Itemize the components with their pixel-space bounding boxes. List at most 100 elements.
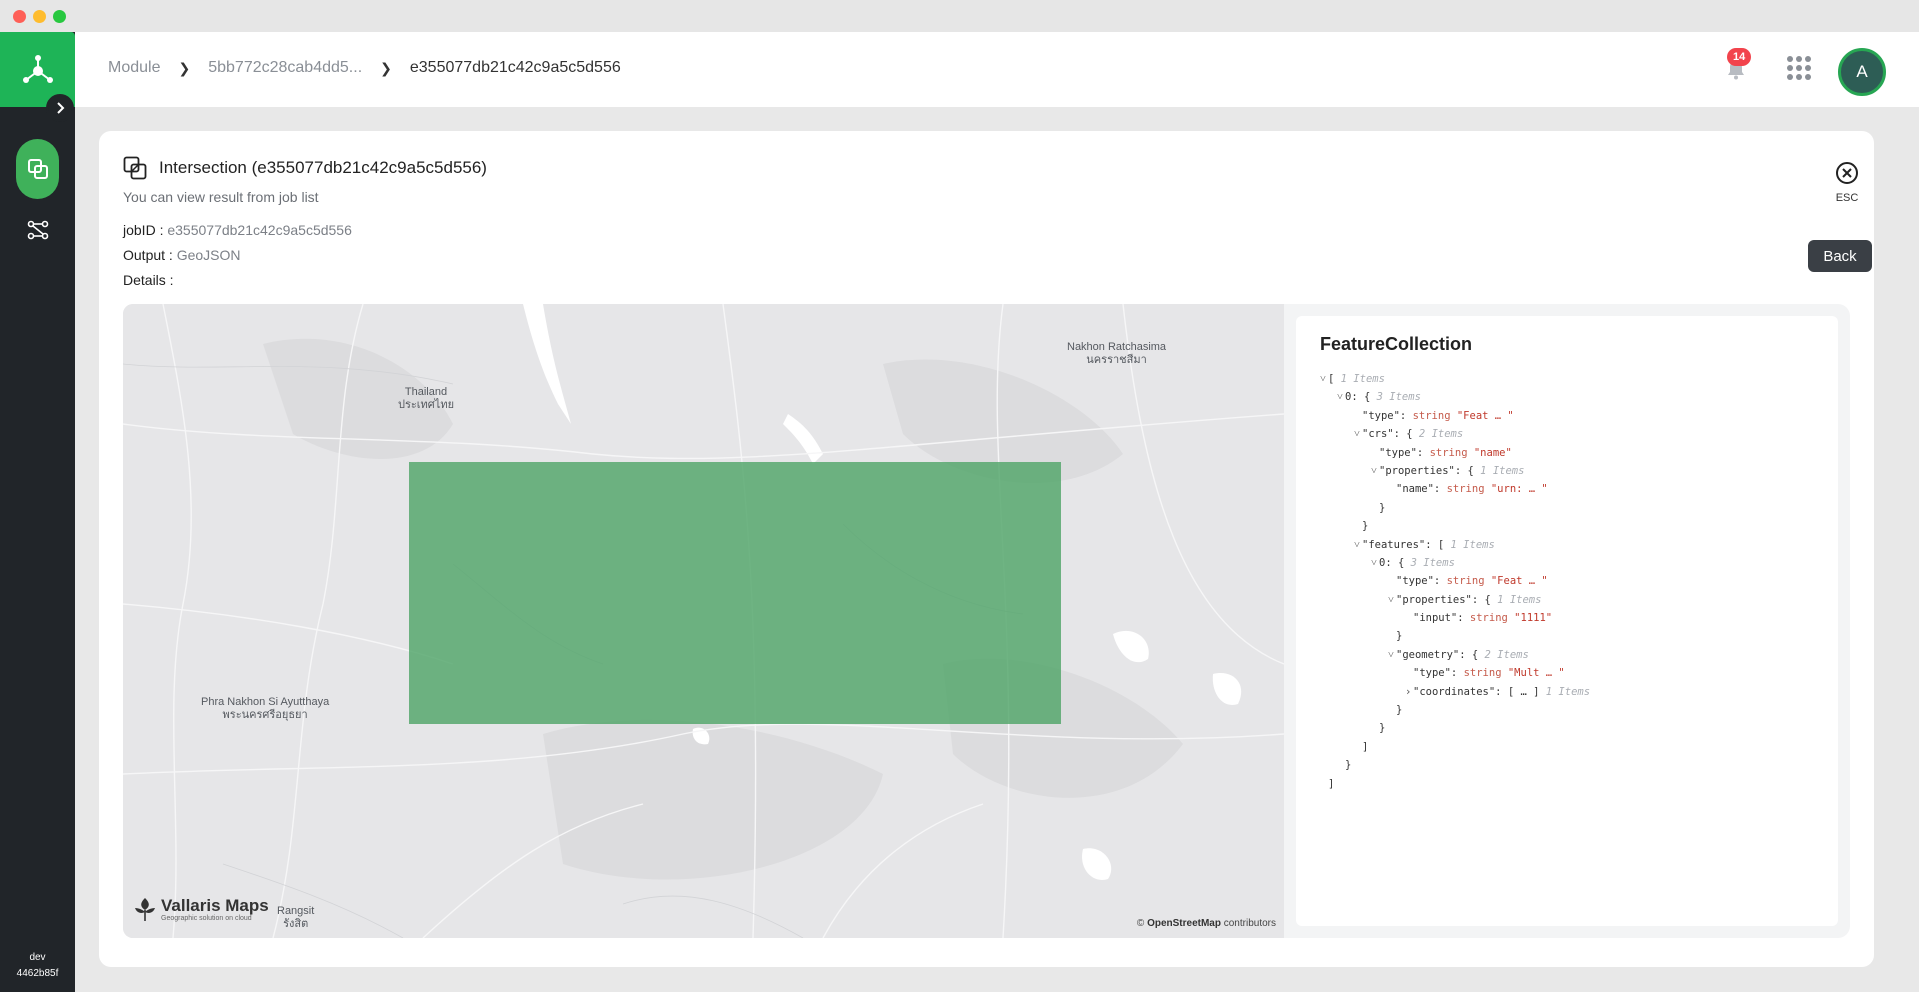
collapse-caret-icon[interactable]: ˅ — [1354, 536, 1362, 554]
json-tree-line: } — [1320, 719, 1590, 737]
sidebar-footer: dev 4462b85f — [0, 950, 75, 982]
json-tree-line[interactable]: ˅ "crs": { 2 Items — [1320, 425, 1590, 443]
map-view[interactable]: Thailand ประเทศไทย Nakhon Ratchasima นคร… — [123, 304, 1284, 938]
breadcrumb-project[interactable]: 5bb772c28cab4dd5... — [208, 59, 362, 77]
collapse-caret-icon[interactable]: ˅ — [1354, 425, 1362, 443]
json-bracket: ] — [1328, 777, 1335, 790]
notification-count-badge: 14 — [1727, 48, 1752, 66]
json-bracket: } — [1362, 520, 1369, 533]
json-item-count: 2 Items — [1418, 428, 1464, 441]
collapse-caret-icon[interactable]: ˅ — [1388, 591, 1396, 609]
json-bracket: [ … ] — [1507, 685, 1540, 698]
collapse-caret-icon[interactable]: ˅ — [1371, 554, 1379, 572]
json-tree-line: ] — [1320, 775, 1590, 793]
json-key: "properties": — [1379, 464, 1462, 477]
json-bracket: [ — [1437, 538, 1445, 551]
json-bracket: { — [1471, 648, 1479, 661]
json-value: "Mult … " — [1507, 667, 1565, 680]
json-tree-line[interactable]: ˅ "properties": { 1 Items — [1320, 591, 1590, 609]
json-tree-line: "input": string "1111" — [1320, 609, 1590, 627]
collapse-caret-icon[interactable]: ˅ — [1388, 646, 1396, 664]
json-bracket: { — [1397, 556, 1405, 569]
json-viewer-container: FeatureCollection ˅[ 1 Items ˅ 0: { 3 Item… — [1284, 304, 1850, 938]
json-value: "name" — [1473, 446, 1512, 459]
sidebar-item-layers[interactable] — [16, 139, 59, 199]
build-hash: 4462b85f — [16, 968, 59, 979]
json-key: "name": — [1396, 483, 1441, 496]
json-tree-line[interactable]: ˅ "geometry": { 2 Items — [1320, 646, 1590, 664]
json-item-count: 1 Items — [1480, 464, 1525, 477]
user-avatar[interactable]: A — [1838, 48, 1886, 96]
sidebar-expand-button[interactable] — [46, 94, 74, 122]
openstreetmap-link[interactable]: OpenStreetMap — [1147, 918, 1221, 929]
json-tree-line[interactable]: ˅ "properties": { 1 Items — [1320, 462, 1590, 480]
json-item-count: 3 Items — [1410, 556, 1455, 569]
json-tree-line[interactable]: ˅ "features": [ 1 Items — [1320, 536, 1590, 554]
json-tree-line[interactable]: ˅ 0: { 3 Items — [1320, 388, 1590, 406]
breadcrumb-job: e355077db21c42c9a5c5d556 — [409, 59, 621, 76]
sidebar: dev 4462b85f — [0, 32, 75, 992]
json-item-count: 2 Items — [1484, 648, 1529, 661]
collapse-caret-icon[interactable]: ˅ — [1337, 388, 1345, 406]
json-item-count: 1 Items — [1497, 593, 1542, 606]
json-tree[interactable]: ˅[ 1 Items ˅ 0: { 3 Items "type": string "F… — [1320, 370, 1590, 793]
map-label-nakhon-ratchasima: Nakhon Ratchasima นครราชสีมา — [1067, 341, 1167, 366]
apps-grid-icon — [1787, 56, 1793, 62]
intersection-icon — [123, 156, 147, 180]
json-key: "geometry": — [1396, 648, 1466, 661]
json-type: string — [1469, 612, 1508, 625]
json-key: "crs": — [1362, 428, 1400, 441]
json-bracket: ] — [1362, 740, 1369, 753]
breadcrumb: Module ❯ 5bb772c28cab4dd5... ❯ e355077db… — [108, 59, 621, 77]
json-type: string — [1446, 575, 1485, 588]
json-tree-line[interactable]: › "coordinates": [ … ] 1 Items — [1320, 683, 1590, 701]
page-title: Intersection (e355077db21c42c9a5c5d556) — [159, 158, 487, 177]
window-zoom-button[interactable] — [53, 10, 66, 23]
card-title-row: Intersection (e355077db21c42c9a5c5d556) — [123, 156, 487, 180]
vallaris-maps-logo: Vallaris Maps Geographic solution on clo… — [133, 896, 269, 922]
page-subtitle: You can view result from job list — [123, 189, 319, 205]
intersection-result-polygon[interactable] — [409, 462, 1061, 724]
job-id-label: jobID : — [123, 222, 164, 238]
json-bracket: } — [1396, 630, 1403, 643]
json-key: "features": — [1362, 538, 1432, 551]
json-tree-line: ] — [1320, 738, 1590, 756]
esc-close-button[interactable]: ESC — [1829, 161, 1865, 204]
hub-logo-icon — [22, 54, 53, 83]
json-type: string — [1429, 446, 1468, 459]
json-tree-line: "type": string "Feat … " — [1320, 572, 1590, 590]
json-value: "urn: … " — [1490, 483, 1548, 496]
job-result-card: Intersection (e355077db21c42c9a5c5d556) … — [99, 131, 1874, 967]
window-close-button[interactable] — [13, 10, 26, 23]
job-id-row: jobID : e355077db21c42c9a5c5d556 — [123, 222, 352, 238]
breadcrumb-module[interactable]: Module — [108, 59, 160, 77]
expand-caret-icon[interactable]: › — [1405, 683, 1413, 701]
chevron-right-icon: ❯ — [178, 59, 191, 76]
json-bracket: } — [1379, 501, 1386, 514]
json-key: "type": — [1362, 409, 1407, 422]
close-circle-icon — [1836, 162, 1858, 184]
json-item-count: 1 Items — [1340, 373, 1385, 385]
json-viewer[interactable]: FeatureCollection ˅[ 1 Items ˅ 0: { 3 Item… — [1296, 316, 1838, 926]
json-bracket: [ — [1328, 373, 1335, 385]
leaf-logo-icon — [135, 898, 155, 921]
json-bracket: { — [1406, 428, 1413, 441]
json-tree-line: "name": string "urn: … " — [1320, 480, 1590, 498]
json-tree-line[interactable]: ˅ 0: { 3 Items — [1320, 554, 1590, 572]
sidebar-item-workflow[interactable] — [16, 215, 59, 245]
json-bracket: { — [1484, 593, 1491, 606]
collapse-caret-icon[interactable]: ˅ — [1320, 370, 1328, 388]
json-tree-line: "type": string "name" — [1320, 444, 1590, 462]
map-label-ayutthaya: Phra Nakhon Si Ayutthaya พระนครศรีอยุธยา — [201, 696, 330, 721]
output-value: GeoJSON — [176, 247, 241, 263]
json-tree-line[interactable]: ˅[ 1 Items — [1320, 370, 1590, 388]
json-type: string — [1463, 667, 1502, 680]
json-item-count: 1 Items — [1545, 685, 1591, 698]
esc-label: ESC — [1835, 192, 1859, 204]
collapse-caret-icon[interactable]: ˅ — [1371, 462, 1379, 480]
apps-grid-button[interactable] — [1787, 56, 1811, 80]
back-button[interactable]: Back — [1808, 240, 1872, 272]
json-bracket: { — [1363, 391, 1371, 404]
window-minimize-button[interactable] — [33, 10, 46, 23]
json-value: "Feat … " — [1456, 409, 1514, 422]
